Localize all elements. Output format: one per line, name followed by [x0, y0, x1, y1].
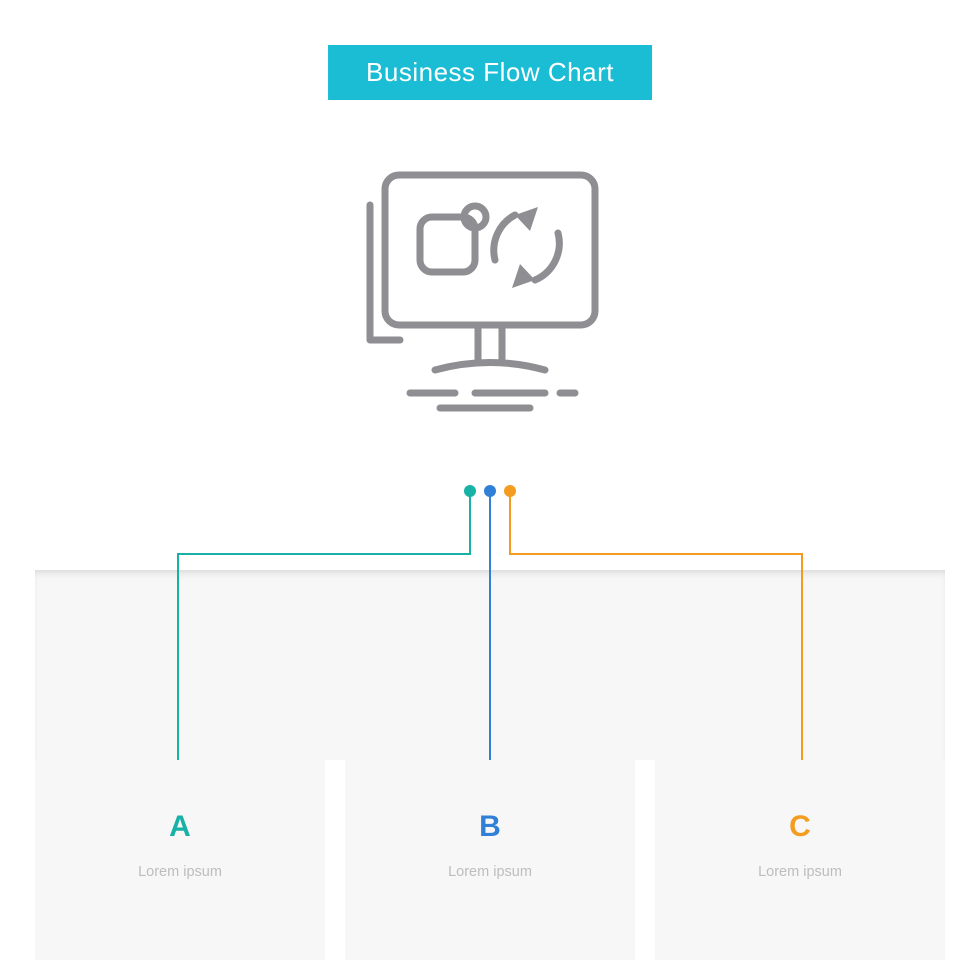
computer-sync-icon [340, 145, 640, 445]
step-card-a: A Lorem ipsum [35, 760, 325, 960]
step-letter: C [655, 810, 945, 844]
step-card-b: B Lorem ipsum [345, 760, 635, 960]
step-card-c: C Lorem ipsum [655, 760, 945, 960]
connector-line [177, 553, 471, 555]
step-text: Lorem ipsum [35, 862, 325, 884]
page-title-banner: Business Flow Chart [328, 45, 652, 100]
step-text: Lorem ipsum [655, 862, 945, 884]
step-letter: A [35, 810, 325, 844]
steps-row: A Lorem ipsum B Lorem ipsum C Lorem ipsu… [35, 760, 945, 960]
connector-line [469, 495, 471, 555]
connector-line [509, 495, 511, 555]
step-letter: B [345, 810, 635, 844]
step-text: Lorem ipsum [345, 862, 635, 884]
connector-line [509, 553, 803, 555]
